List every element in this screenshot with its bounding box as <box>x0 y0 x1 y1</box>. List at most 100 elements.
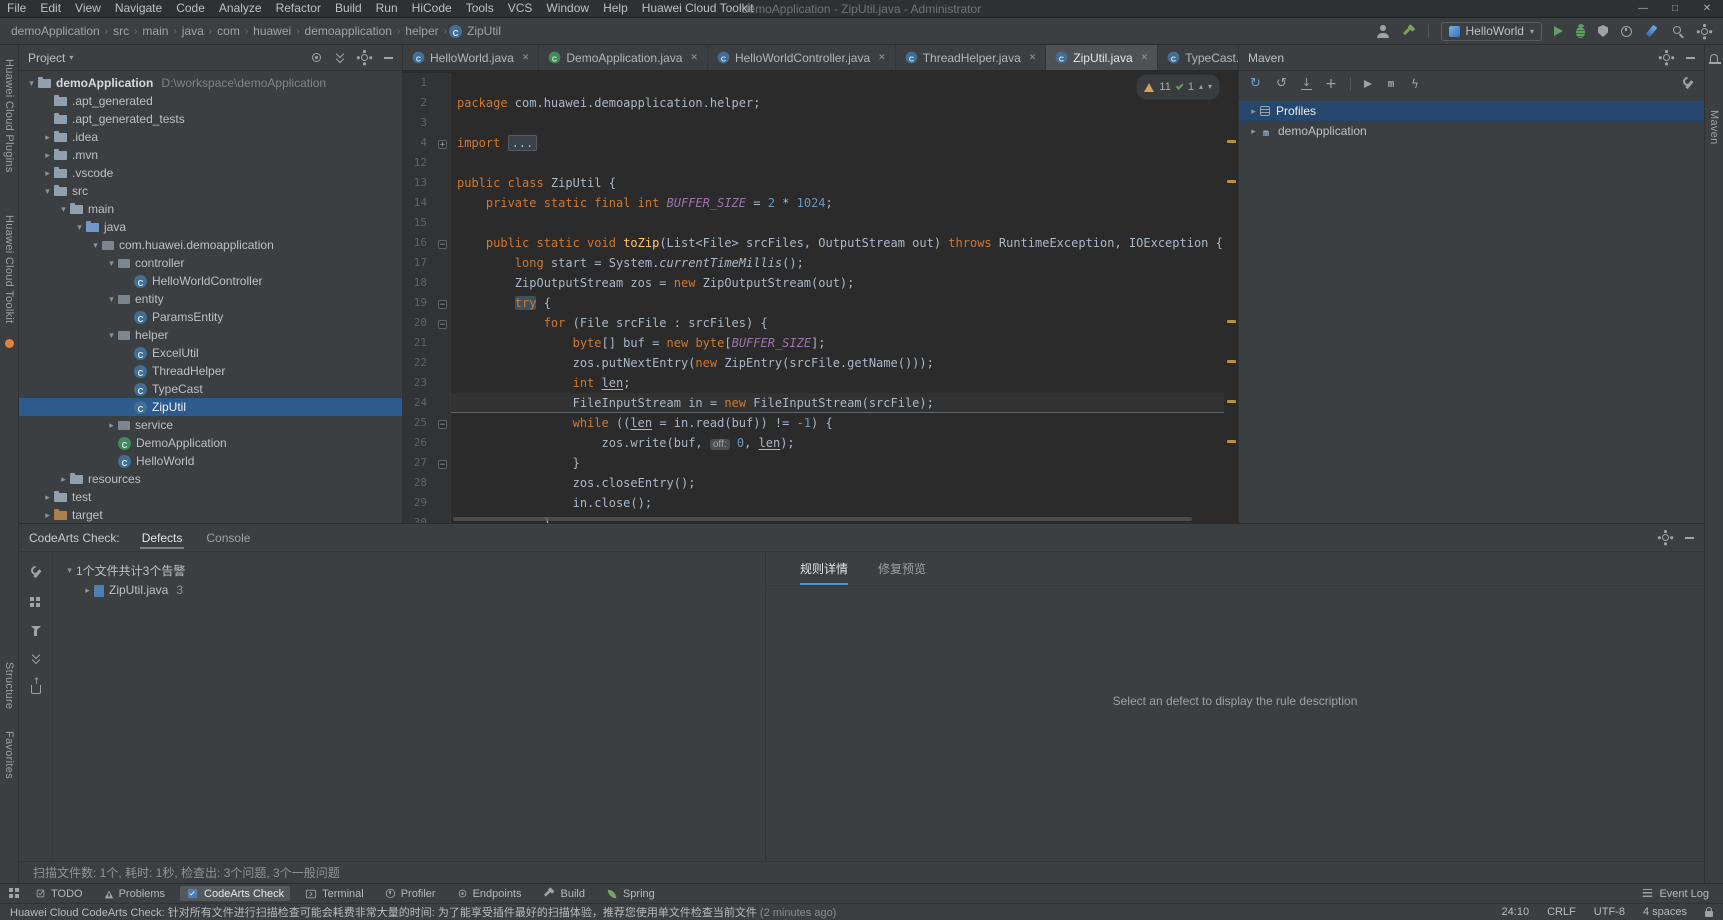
editor-tab-demoapplication-java[interactable]: DemoApplication.java✕ <box>539 45 708 70</box>
warning-stripe-mark[interactable] <box>1227 320 1236 323</box>
project-item-test[interactable]: ▸test <box>19 488 402 506</box>
horizontal-scrollbar[interactable] <box>453 517 1192 521</box>
toolwindow-button-profiler[interactable]: Profiler <box>379 887 442 901</box>
tab-rule-details[interactable]: 规则详情 <box>800 560 848 585</box>
warning-stripe-mark[interactable] <box>1227 140 1236 143</box>
project-item-target[interactable]: ▸target <box>19 506 402 523</box>
toolwindow-button-codearts-check[interactable]: CodeArts Check <box>180 886 290 901</box>
editor-tab-ziputil-java[interactable]: ZipUtil.java✕ <box>1046 45 1158 70</box>
menu-run[interactable]: Run <box>369 0 405 17</box>
project-item-typecast[interactable]: TypeCast <box>19 380 402 398</box>
collaboration-icon[interactable] <box>1376 25 1390 38</box>
tree-chevron[interactable]: ▸ <box>105 420 118 431</box>
debug-icon[interactable] <box>1576 27 1585 38</box>
project-item-resources[interactable]: ▸resources <box>19 470 402 488</box>
code-line-18[interactable]: 18 ZipOutputStream zos = new ZipOutputSt… <box>403 273 1224 293</box>
fold-marker-icon[interactable]: + <box>435 133 451 153</box>
locate-icon[interactable] <box>312 53 321 62</box>
menu-window[interactable]: Window <box>539 0 596 17</box>
tab-close-icon[interactable]: ✕ <box>522 52 530 63</box>
notifications-icon[interactable] <box>1710 54 1718 62</box>
run-icon[interactable] <box>1554 26 1563 36</box>
project-item-excelutil[interactable]: ExcelUtil <box>19 344 402 362</box>
project-item-main[interactable]: ▾main <box>19 200 402 218</box>
hide-icon[interactable] <box>1685 537 1694 539</box>
tree-chevron[interactable]: ▸ <box>41 168 54 179</box>
warning-stripe-mark[interactable] <box>1227 440 1236 443</box>
tab-close-icon[interactable]: ✕ <box>1141 52 1149 63</box>
tree-chevron[interactable]: ▾ <box>57 204 70 215</box>
tab-close-icon[interactable]: ✕ <box>1029 52 1037 63</box>
stripe-structure[interactable]: Structure <box>3 662 15 709</box>
code-line-27[interactable]: 27− } <box>403 453 1224 473</box>
warning-stripe-mark[interactable] <box>1227 360 1236 363</box>
download-sources-icon[interactable] <box>1301 77 1312 90</box>
tool-window-switcher-icon[interactable] <box>9 888 13 892</box>
project-item-java[interactable]: ▾java <box>19 218 402 236</box>
reimport-icon[interactable] <box>1275 77 1288 90</box>
hide-icon[interactable] <box>384 57 393 59</box>
stripe-huawei-cloud-toolkit[interactable]: Huawei Cloud Toolkit <box>3 215 15 324</box>
project-item-vscode[interactable]: ▸.vscode <box>19 164 402 182</box>
editor-tab-helloworldcontroller-java[interactable]: HelloWorldController.java✕ <box>708 45 896 70</box>
tab-fix-preview[interactable]: 修复预览 <box>878 560 926 585</box>
project-item-idea[interactable]: ▸.idea <box>19 128 402 146</box>
scan-settings-icon[interactable] <box>30 567 42 579</box>
menu-huawei-cloud-toolkit[interactable]: Huawei Cloud Toolkit <box>635 0 761 17</box>
menu-hicode[interactable]: HiCode <box>405 0 459 17</box>
tree-chevron[interactable]: ▸ <box>57 474 70 485</box>
code-line-1[interactable]: 1 <box>403 73 1224 93</box>
project-item-helper[interactable]: ▾helper <box>19 326 402 344</box>
tree-chevron[interactable]: ▾ <box>41 186 54 197</box>
maven-item-profiles[interactable]: ▸ Profiles <box>1239 101 1704 121</box>
caret-position[interactable]: 24:10 <box>1502 906 1530 918</box>
project-item-helloworld[interactable]: HelloWorld <box>19 452 402 470</box>
tree-chevron[interactable]: ▾ <box>105 294 118 305</box>
breadcrumb-main[interactable]: main <box>139 24 171 38</box>
defect-file-row[interactable]: ▸ ZipUtil.java 3 <box>53 580 765 600</box>
code-editor[interactable]: 12package com.huawei.demoapplication.hel… <box>403 71 1238 523</box>
project-item-demoapplication[interactable]: DemoApplication <box>19 434 402 452</box>
code-line-24[interactable]: 24 FileInputStream in = new FileInputStr… <box>403 393 1224 413</box>
menu-view[interactable]: View <box>68 0 108 17</box>
menu-code[interactable]: Code <box>169 0 212 17</box>
editor-tab-threadhelper-java[interactable]: ThreadHelper.java✕ <box>896 45 1047 70</box>
tab-defects[interactable]: Defects <box>140 526 185 549</box>
toolwindow-button-problems[interactable]: Problems <box>98 887 171 901</box>
line-separator[interactable]: CRLF <box>1547 906 1576 918</box>
close-button[interactable]: ✕ <box>1691 0 1723 17</box>
tree-chevron[interactable]: ▸ <box>81 585 94 596</box>
settings-icon[interactable] <box>361 54 368 61</box>
project-item-demoapplication[interactable]: ▾demoApplicationD:\workspace\demoApplica… <box>19 74 402 92</box>
code-line-13[interactable]: 13public class ZipUtil { <box>403 173 1224 193</box>
project-item-entity[interactable]: ▾entity <box>19 290 402 308</box>
breadcrumb-src[interactable]: src <box>110 24 132 38</box>
code-line-16[interactable]: 16− public static void toZip(List<File> … <box>403 233 1224 253</box>
warning-stripe-mark[interactable] <box>1227 400 1236 403</box>
wrench-icon[interactable] <box>1682 78 1694 90</box>
tree-chevron[interactable]: ▾ <box>63 565 76 576</box>
indent-size[interactable]: 4 spaces <box>1643 906 1687 918</box>
inspections-widget[interactable]: 11 1 ▴ ▾ <box>1136 74 1220 100</box>
code-line-25[interactable]: 25− while ((len = in.read(buf)) != -1) { <box>403 413 1224 433</box>
code-line-29[interactable]: 29 in.close(); <box>403 493 1224 513</box>
tree-chevron[interactable]: ▸ <box>41 492 54 503</box>
minimize-button[interactable]: — <box>1627 0 1659 17</box>
settings-icon[interactable] <box>1662 534 1669 541</box>
editor-tab-helloworld-java[interactable]: HelloWorld.java✕ <box>403 45 539 70</box>
project-item-controller[interactable]: ▾controller <box>19 254 402 272</box>
menu-analyze[interactable]: Analyze <box>212 0 269 17</box>
project-item-mvn[interactable]: ▸.mvn <box>19 146 402 164</box>
tab-close-icon[interactable]: ✕ <box>690 52 698 63</box>
project-item-apt-generated[interactable]: .apt_generated <box>19 92 402 110</box>
group-by-icon[interactable] <box>30 597 34 601</box>
code-line-4[interactable]: 4+import ... <box>403 133 1224 153</box>
execute-icon[interactable] <box>1364 80 1372 88</box>
file-encoding[interactable]: UTF-8 <box>1594 906 1625 918</box>
hide-icon[interactable] <box>1686 57 1695 59</box>
tree-chevron[interactable]: ▸ <box>41 132 54 143</box>
maximize-button[interactable]: □ <box>1659 0 1691 17</box>
tree-chevron[interactable]: ▾ <box>73 222 86 233</box>
project-panel-title[interactable]: Project ▾ <box>28 51 73 65</box>
maven-item-demoapplication[interactable]: ▸ demoApplication <box>1239 121 1704 141</box>
